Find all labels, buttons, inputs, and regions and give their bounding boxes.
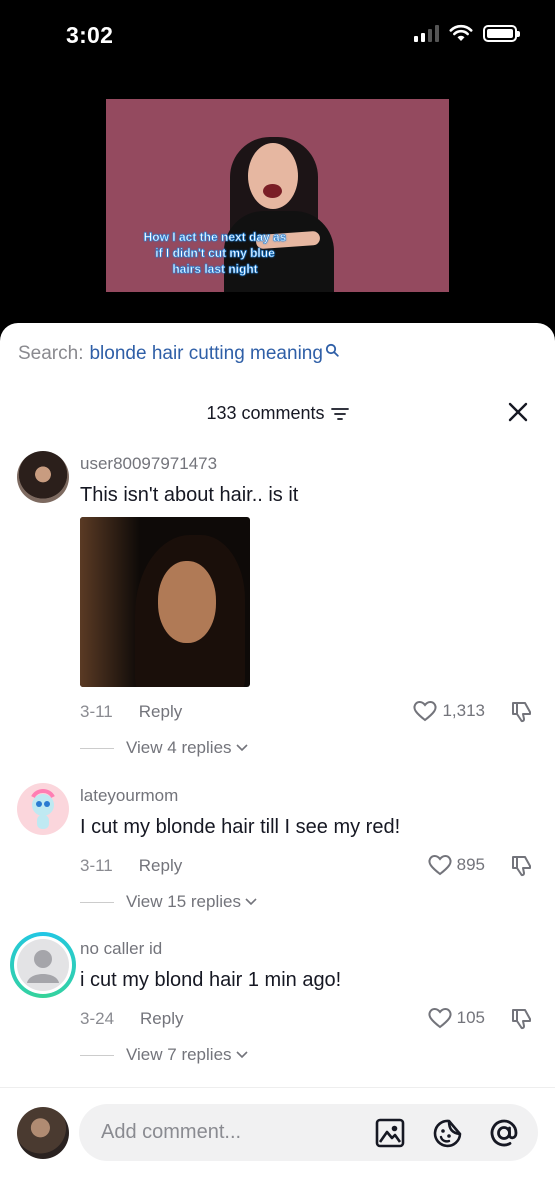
comment-input[interactable]: Add comment...: [79, 1104, 538, 1161]
battery-icon: [483, 25, 520, 42]
comment-username[interactable]: lateyourmom: [80, 786, 178, 806]
comment-text: This isn't about hair.. is it: [80, 484, 299, 506]
like-count: 895: [456, 855, 485, 874]
emoji-icon[interactable]: [432, 1117, 464, 1149]
sort-icon[interactable]: [330, 407, 349, 421]
avatar[interactable]: [10, 932, 76, 998]
comment-date: 3-24: [80, 1009, 115, 1028]
reply-button[interactable]: Reply: [139, 702, 182, 722]
reply-button[interactable]: Reply: [140, 1009, 183, 1029]
video-caption: How I act the next day as if I didn't cu…: [143, 230, 287, 277]
heart-icon: [413, 701, 437, 722]
image-icon[interactable]: [374, 1117, 406, 1149]
comment-username[interactable]: user80097971473: [80, 454, 217, 474]
like-button[interactable]: 105: [427, 1006, 485, 1030]
view-replies-label: View 15 replies: [126, 892, 241, 911]
comment-composer: Add comment...: [0, 1087, 555, 1200]
view-replies-label: View 4 replies: [126, 738, 232, 757]
signal-icon: [414, 24, 439, 42]
video-person-mouth: [263, 184, 282, 198]
comments-header: 133 comments: [0, 403, 555, 424]
comment-text: I cut my blonde hair till I see my red!: [80, 816, 401, 838]
search-prefix: Search:: [18, 343, 84, 364]
view-replies-button[interactable]: View 15 replies: [80, 892, 257, 912]
search-term-link[interactable]: blonde hair cutting meaning: [89, 343, 322, 365]
avatar[interactable]: [17, 783, 69, 835]
comment-meta: 3-24 Reply: [80, 1009, 184, 1029]
status-bar: 3:02: [0, 0, 555, 70]
heart-icon: [428, 855, 452, 876]
comment-input-placeholder: Add comment...: [101, 1121, 242, 1143]
like-count: 105: [456, 1008, 485, 1027]
comments-count: 133 comments: [206, 403, 325, 423]
pony-avatar-icon: [31, 789, 55, 829]
chevron-down-icon: [235, 1051, 248, 1059]
mention-icon[interactable]: [488, 1117, 520, 1149]
dislike-icon[interactable]: [509, 700, 533, 724]
comment-date: 3-11: [80, 856, 113, 875]
like-button[interactable]: 1,313: [412, 699, 485, 723]
close-icon[interactable]: [507, 401, 529, 423]
reply-button[interactable]: Reply: [139, 856, 182, 876]
comment-gif-image[interactable]: [80, 517, 250, 687]
chevron-down-icon: [235, 744, 248, 752]
status-icons: [414, 24, 520, 42]
comment-meta: 3-11 Reply: [80, 856, 182, 876]
video-person-face: [248, 143, 298, 209]
video-preview[interactable]: How I act the next day as if I didn't cu…: [106, 99, 449, 292]
default-avatar-icon: [17, 939, 69, 991]
current-user-avatar[interactable]: [17, 1107, 69, 1159]
avatar[interactable]: [17, 451, 69, 503]
heart-icon: [428, 1008, 452, 1029]
status-time: 3:02: [66, 22, 114, 48]
like-button[interactable]: 895: [427, 853, 485, 877]
comment-meta: 3-11 Reply: [80, 702, 182, 722]
view-replies-button[interactable]: View 7 replies: [80, 1045, 248, 1065]
comment-text: i cut my blond hair 1 min ago!: [80, 969, 342, 991]
comment-date: 3-11: [80, 702, 113, 721]
comments-sheet: Search: blonde hair cutting meaning 133 …: [0, 323, 555, 1200]
search-icon: [325, 343, 339, 357]
search-suggestion[interactable]: Search: blonde hair cutting meaning: [18, 343, 339, 365]
chevron-down-icon: [245, 898, 257, 906]
view-replies-label: View 7 replies: [126, 1045, 232, 1064]
view-replies-button[interactable]: View 4 replies: [80, 738, 248, 758]
like-count: 1,313: [442, 701, 485, 720]
comment-username[interactable]: no caller id: [80, 939, 162, 959]
dislike-icon[interactable]: [509, 1007, 533, 1031]
wifi-icon: [449, 24, 473, 41]
dislike-icon[interactable]: [509, 854, 533, 878]
